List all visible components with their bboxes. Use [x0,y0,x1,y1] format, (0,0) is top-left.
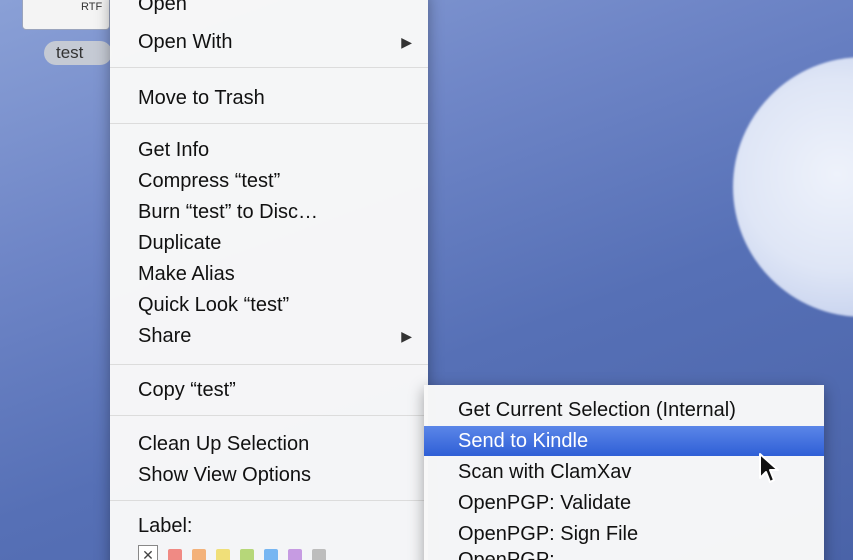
wallpaper-moon [733,57,853,317]
label-swatch-purple[interactable] [288,549,302,560]
menu-separator [110,123,428,124]
label-swatch-blue[interactable] [264,549,278,560]
menu-item-label: Open With [138,31,233,53]
menu-label-heading: Label: [138,515,193,537]
menu-item-open[interactable]: Open [138,0,187,18]
menu-item-quick-look[interactable]: Quick Look “test” [138,291,289,319]
menu-item-share[interactable]: Share ▶ [138,322,412,350]
file-name-label[interactable]: test [44,41,112,65]
label-swatch-orange[interactable] [192,549,206,560]
label-color-picker: ✕ [138,545,398,560]
menu-separator [110,364,428,365]
menu-item-show-view-options[interactable]: Show View Options [138,461,311,489]
menu-item-compress[interactable]: Compress “test” [138,167,280,195]
submenu-item-openpgp-more[interactable]: OpenPGP: ... [424,545,824,560]
submenu-arrow-icon: ▶ [401,34,412,50]
submenu-item-openpgp-validate[interactable]: OpenPGP: Validate [424,488,824,518]
menu-item-duplicate[interactable]: Duplicate [138,229,221,257]
menu-item-burn[interactable]: Burn “test” to Disc… [138,198,318,226]
label-swatch-gray[interactable] [312,549,326,560]
menu-item-open-with[interactable]: Open With ▶ [138,28,412,56]
menu-separator [110,67,428,68]
mouse-pointer-icon [759,453,779,483]
menu-separator [110,415,428,416]
menu-item-clean-up-selection[interactable]: Clean Up Selection [138,430,309,458]
desktop-background: RTF test Open Open With ▶ Move to Trash … [0,0,853,560]
label-swatch-yellow[interactable] [216,549,230,560]
menu-item-move-to-trash[interactable]: Move to Trash [138,84,265,112]
menu-item-copy[interactable]: Copy “test” [138,376,236,404]
label-swatch-red[interactable] [168,549,182,560]
rtf-file-icon[interactable]: RTF [22,0,110,30]
submenu-item-get-current-selection[interactable]: Get Current Selection (Internal) [424,395,824,425]
menu-item-label: Share [138,325,192,347]
file-type-label: RTF [81,1,103,13]
menu-separator [110,500,428,501]
no-label-x-icon[interactable]: ✕ [138,545,158,560]
menu-item-get-info[interactable]: Get Info [138,136,209,164]
submenu-arrow-icon: ▶ [401,328,412,344]
label-swatch-green[interactable] [240,549,254,560]
context-menu: Open Open With ▶ Move to Trash Get Info … [110,0,428,560]
menu-item-make-alias[interactable]: Make Alias [138,260,235,288]
